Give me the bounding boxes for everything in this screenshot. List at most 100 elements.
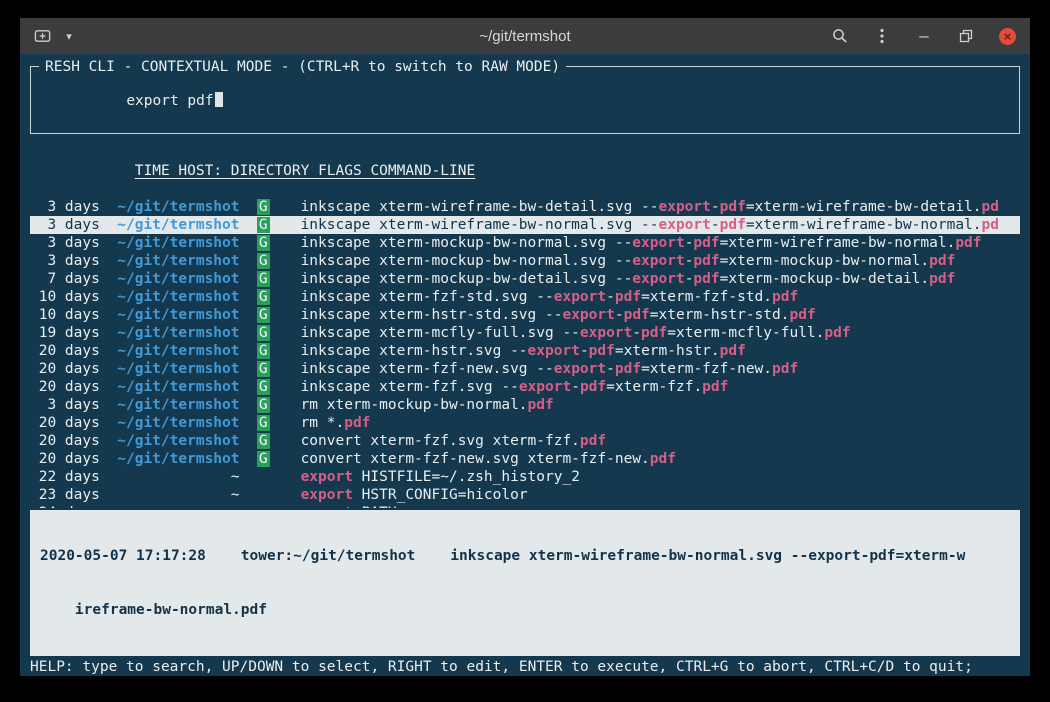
- time-cell: 23 days: [30, 486, 100, 504]
- match-highlight: export: [562, 307, 614, 323]
- terminal-screen: RESH CLI - CONTEXTUAL MODE - (CTRL+R to …: [20, 54, 1030, 676]
- directory: ~/git/termshot: [117, 289, 239, 305]
- match-highlight: pdf: [824, 325, 850, 341]
- resh-search-box[interactable]: RESH CLI - CONTEXTUAL MODE - (CTRL+R to …: [30, 66, 1020, 134]
- new-tab-icon[interactable]: [34, 27, 52, 45]
- match-highlight: export: [632, 271, 684, 287]
- match-highlight: pdf: [528, 397, 554, 413]
- command-cell: inkscape xterm-fzf-std.svg --export-pdf=…: [301, 288, 1020, 306]
- restore-button[interactable]: [957, 27, 975, 45]
- history-row[interactable]: 20 days~/git/termshotGinkscape xterm-hst…: [30, 342, 1020, 360]
- match-highlight: export: [580, 325, 632, 341]
- history-row[interactable]: 20 days~/git/termshotGinkscape xterm-fzf…: [30, 378, 1020, 396]
- menu-kebab-icon[interactable]: [873, 27, 891, 45]
- host-directory-cell: ~/git/termshot: [109, 234, 240, 252]
- command-cell: inkscape xterm-fzf-new.svg --export-pdf=…: [301, 360, 1020, 378]
- history-row-selected[interactable]: 3 days~/git/termshotGinkscape xterm-wire…: [30, 216, 1020, 234]
- history-row[interactable]: 22 days~export HISTFILE=~/.zsh_history_2: [30, 468, 1020, 486]
- close-button[interactable]: ×: [999, 28, 1016, 45]
- time-cell: 22 days: [30, 468, 100, 486]
- match-highlight: export: [632, 253, 684, 269]
- git-repo-flag: G: [257, 433, 270, 449]
- git-repo-flag: G: [257, 307, 270, 323]
- time-cell: 24 days: [30, 504, 100, 508]
- command-cell: export HSTR_CONFIG=hicolor: [301, 486, 1020, 504]
- command-cell: inkscape xterm-wireframe-bw-detail.svg -…: [301, 198, 1020, 216]
- history-row[interactable]: 7 days~/git/termshotGinkscape xterm-mock…: [30, 270, 1020, 288]
- host-directory-cell: ~: [109, 486, 240, 504]
- match-highlight: pdf: [693, 235, 719, 251]
- help-line: HELP: type to search, UP/DOWN to select,…: [30, 658, 1020, 676]
- host-directory-cell: ~/git/termshot: [109, 252, 240, 270]
- host-directory-cell: ~/git/termshot: [109, 360, 240, 378]
- match-highlight: export: [519, 379, 571, 395]
- status-line-2: ireframe-bw-normal.pdf: [40, 601, 1020, 619]
- time-cell: 3 days: [30, 396, 100, 414]
- git-repo-flag: G: [257, 289, 270, 305]
- match-highlight: pdf: [624, 307, 650, 323]
- directory: ~/git/termshot: [117, 325, 239, 341]
- git-repo-flag: G: [257, 415, 270, 431]
- time-cell: 3 days: [30, 216, 100, 234]
- host-directory-cell: ~/git/termshot: [109, 432, 240, 450]
- history-row[interactable]: 24 days~export PATH: [30, 504, 1020, 508]
- history-row[interactable]: 3 days~/git/termshotGinkscape xterm-mock…: [30, 252, 1020, 270]
- directory: ~/git/termshot: [117, 343, 239, 359]
- search-icon[interactable]: [831, 27, 849, 45]
- directory: ~/git/termshot: [117, 199, 239, 215]
- host-directory-cell: ~/git/termshot: [109, 342, 240, 360]
- time-cell: 19 days: [30, 324, 100, 342]
- flags-cell: G: [248, 378, 292, 396]
- time-cell: 20 days: [30, 342, 100, 360]
- history-row[interactable]: 20 days~/git/termshotGrm *.pdf: [30, 414, 1020, 432]
- git-repo-flag: G: [257, 253, 270, 269]
- history-row[interactable]: 3 days~/git/termshotGinkscape xterm-wire…: [30, 198, 1020, 216]
- match-highlight: export: [301, 505, 353, 508]
- directory: ~/git/termshot: [117, 433, 239, 449]
- match-highlight: pdf: [589, 343, 615, 359]
- match-highlight: export: [658, 199, 710, 215]
- history-row[interactable]: 3 days~/git/termshotGinkscape xterm-mock…: [30, 234, 1020, 252]
- history-row[interactable]: 3 days~/git/termshotGrm xterm-mockup-bw-…: [30, 396, 1020, 414]
- history-row[interactable]: 23 days ~ export HSTR_CONFIG=hicolor: [30, 486, 1020, 504]
- history-row[interactable]: 20 days ~/git/termshot Gconvert xterm-fzf.…: [30, 432, 1020, 450]
- command-cell: inkscape xterm-fzf.svg --export-pdf=xter…: [301, 378, 1020, 396]
- history-row[interactable]: 10 days~/git/termshotGinkscape xterm-fzf…: [30, 288, 1020, 306]
- match-highlight: pdf: [929, 271, 955, 287]
- history-row[interactable]: 10 days~/git/termshotGinkscape xterm-hst…: [30, 306, 1020, 324]
- time-cell: 20 days: [30, 432, 100, 450]
- match-highlight: export: [554, 361, 606, 377]
- titlebar[interactable]: ▾ ~/git/termshot –: [20, 18, 1030, 54]
- search-input[interactable]: export pdf: [39, 74, 1011, 128]
- flags-cell: G: [248, 342, 292, 360]
- directory: ~/git/termshot: [117, 253, 239, 269]
- git-repo-flag: G: [257, 217, 270, 233]
- flags-cell: G: [248, 396, 292, 414]
- match-highlight: pdf: [693, 271, 719, 287]
- minimize-button[interactable]: –: [915, 27, 933, 45]
- command-cell: inkscape xterm-mcfly-full.svg --export-p…: [301, 324, 1020, 342]
- directory: ~: [231, 469, 240, 485]
- history-row[interactable]: 19 days ~/git/termshot Ginkscape xterm-mcf…: [30, 324, 1020, 342]
- command-cell: convert xterm-fzf.svg xterm-fzf.pdf: [301, 432, 1020, 450]
- host-directory-cell: ~/git/termshot: [109, 378, 240, 396]
- match-highlight: pdf: [641, 325, 667, 341]
- flags-cell: G: [248, 288, 292, 306]
- match-highlight: pd: [982, 199, 999, 215]
- tab-dropdown-caret-icon[interactable]: ▾: [60, 27, 78, 45]
- history-row[interactable]: 20 days~/git/termshotGinkscape xterm-fzf…: [30, 360, 1020, 378]
- resh-mode-label: RESH CLI - CONTEXTUAL MODE - (CTRL+R to …: [39, 58, 566, 76]
- command-cell: inkscape xterm-mockup-bw-detail.svg --ex…: [301, 270, 1020, 288]
- time-cell: 20 days: [30, 414, 100, 432]
- host-directory-cell: ~/git/termshot: [109, 324, 240, 342]
- git-repo-flag: G: [257, 451, 270, 467]
- history-row[interactable]: 20 days~/git/termshotGconvert xterm-fzf-…: [30, 450, 1020, 468]
- match-highlight: pdf: [720, 217, 746, 233]
- search-query-text: export pdf: [126, 93, 213, 109]
- git-repo-flag: G: [257, 325, 270, 341]
- flags-cell: G: [248, 324, 292, 342]
- flags-cell: G: [248, 234, 292, 252]
- match-highlight: pdf: [702, 379, 728, 395]
- host-directory-cell: ~/git/termshot: [109, 450, 240, 468]
- flags-cell: G: [248, 360, 292, 378]
